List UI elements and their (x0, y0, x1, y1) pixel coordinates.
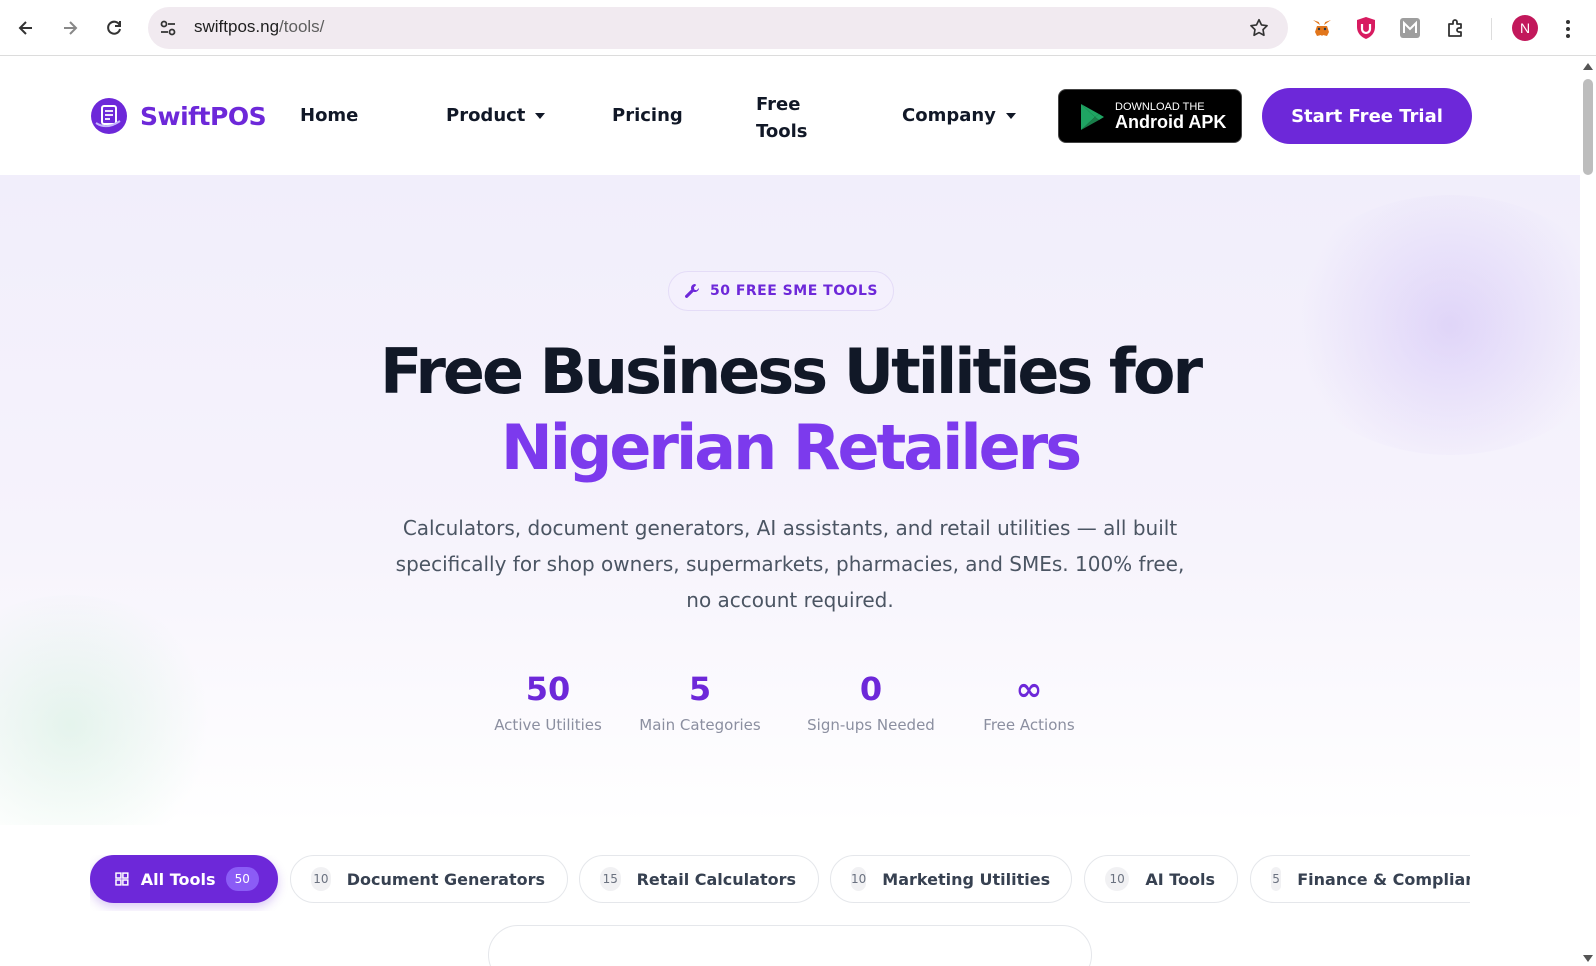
ublock-shield-icon[interactable] (1352, 14, 1380, 42)
extensions-puzzle-icon[interactable] (1442, 14, 1470, 42)
swiftpos-logo-icon (91, 98, 127, 134)
tab-document-generators[interactable]: 10 Document Generators (290, 855, 568, 903)
chevron-down-icon (535, 113, 546, 119)
stat-label: Free Actions (983, 716, 1075, 734)
stat-active-utilities: 50 Active Utilities (484, 670, 612, 734)
badge-text: 50 FREE SME TOOLS (709, 283, 878, 299)
back-button[interactable] (8, 10, 44, 46)
decorative-blob (0, 595, 220, 825)
site-logo[interactable]: SwiftPOS (90, 97, 267, 135)
tab-count-badge: 10 (311, 867, 331, 891)
page-scrollbar[interactable] (1580, 57, 1596, 966)
scroll-down-arrow-icon[interactable] (1583, 955, 1593, 962)
forward-arrow-icon (64, 21, 78, 35)
profile-avatar[interactable]: N (1512, 15, 1538, 41)
nav-product[interactable]: Product (446, 105, 546, 126)
reload-icon (107, 20, 121, 35)
tab-retail-calculators[interactable]: 15 Retail Calculators (579, 855, 819, 903)
metamask-extension-icon[interactable] (1308, 14, 1336, 42)
stat-value: 50 (525, 670, 571, 708)
scrollbar-thumb[interactable] (1583, 79, 1593, 175)
bookmark-star-icon[interactable] (1248, 17, 1270, 39)
tab-count-badge: 50 (225, 867, 259, 891)
site-header: SwiftPOS Home Product Pricing Free Tools … (0, 57, 1580, 175)
tab-label: All Tools (140, 869, 216, 889)
tab-label: Document Generators (346, 869, 545, 889)
address-bar[interactable]: swiftpos.ng/tools/ (148, 7, 1288, 49)
tab-count-badge: 5 (1271, 867, 1282, 891)
browser-toolbar: swiftpos.ng/tools/ N (0, 0, 1596, 56)
scroll-up-arrow-icon[interactable] (1583, 63, 1593, 70)
grid-icon (115, 872, 129, 886)
tab-label: Retail Calculators (636, 869, 796, 889)
hero-section: 50 FREE SME TOOLS Free Business Utilitie… (0, 175, 1580, 825)
tab-marketing-utilities[interactable]: 10 Marketing Utilities (830, 855, 1072, 903)
tab-count-badge: 10 (851, 867, 867, 891)
stat-value: 5 (688, 670, 712, 708)
toolbar-divider (1491, 18, 1492, 40)
category-filter-tabs: All Tools 50 10 Document Generators 15 R… (90, 855, 1470, 911)
stat-free-actions: ∞ Free Actions (974, 670, 1084, 734)
tab-count-badge: 15 (600, 867, 621, 891)
stat-main-categories: 5 Main Categories (634, 670, 766, 734)
url-text: swiftpos.ng/tools/ (194, 17, 325, 36)
wrench-icon (685, 284, 699, 298)
tab-label: AI Tools (1145, 869, 1215, 889)
tab-all-tools[interactable]: All Tools 50 (90, 855, 278, 903)
tab-label: Marketing Utilities (882, 869, 1051, 889)
headline-line2: Nigerian Retailers (500, 411, 1082, 484)
nav-free-tools-line2: Tools (756, 121, 808, 142)
page-viewport: SwiftPOS Home Product Pricing Free Tools … (0, 57, 1580, 966)
reload-button[interactable] (96, 10, 132, 46)
nav-free-tools[interactable]: Free Tools (756, 91, 808, 145)
site-info-icon[interactable] (158, 18, 178, 38)
nav-company[interactable]: Company (902, 105, 1016, 126)
nav-home[interactable]: Home (300, 105, 358, 126)
browser-menu-icon[interactable] (1562, 18, 1574, 40)
stat-value: 0 (859, 670, 883, 708)
m-extension-icon[interactable] (1396, 14, 1424, 42)
start-free-trial-button[interactable]: Start Free Trial (1262, 88, 1472, 144)
hero-description: Calculators, document generators, AI ass… (395, 516, 1185, 612)
nav-free-tools-line1: Free (756, 94, 801, 115)
stat-label: Sign-ups Needed (807, 716, 935, 734)
stat-label: Main Categories (639, 716, 761, 734)
tab-finance-compliance[interactable]: 5 Finance & Compliance (1250, 855, 1470, 903)
google-play-icon (1081, 104, 1104, 130)
nav-company-label: Company (902, 105, 996, 126)
headline-line1: Free Business Utilities for (379, 335, 1203, 408)
forward-button[interactable] (52, 10, 88, 46)
apk-big-text: Android APK (1115, 112, 1227, 132)
back-arrow-icon (18, 21, 32, 35)
logo-text: SwiftPOS (140, 101, 267, 131)
nav-pricing[interactable]: Pricing (612, 105, 683, 126)
download-apk-button[interactable]: DOWNLOAD THE Android APK (1058, 89, 1242, 143)
chevron-down-icon (1005, 113, 1016, 119)
tab-ai-tools[interactable]: 10 AI Tools (1084, 855, 1238, 903)
nav-product-label: Product (446, 105, 526, 126)
stat-signups-needed: 0 Sign-ups Needed (802, 670, 940, 734)
stat-value: ∞ (1015, 670, 1043, 708)
tools-count-badge: 50 FREE SME TOOLS (668, 271, 894, 311)
tab-count-badge: 10 (1105, 867, 1130, 891)
tab-label: Finance & Compliance (1297, 869, 1470, 889)
tool-search-input[interactable] (488, 925, 1092, 966)
stat-label: Active Utilities (494, 716, 602, 734)
